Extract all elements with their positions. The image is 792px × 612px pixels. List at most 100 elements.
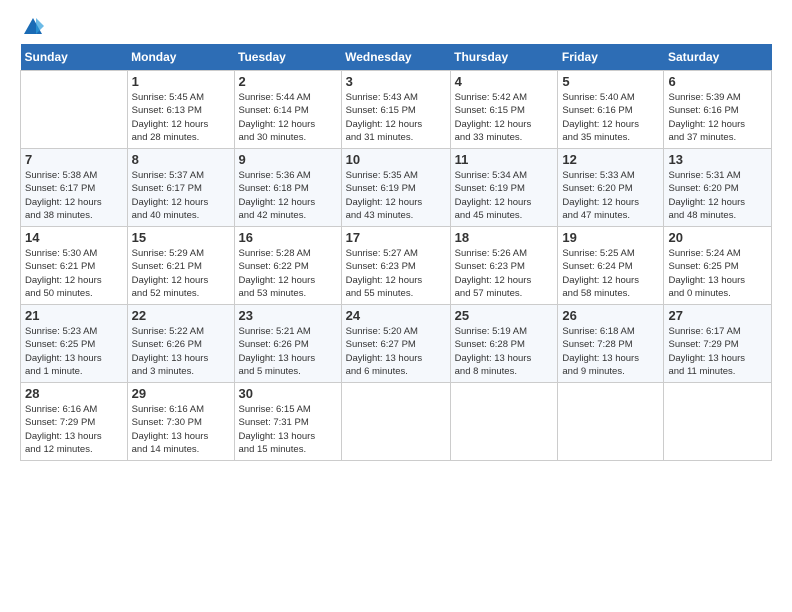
day-number: 18 — [455, 230, 554, 245]
day-cell — [450, 383, 558, 461]
day-info: Sunrise: 5:24 AM Sunset: 6:25 PM Dayligh… — [668, 247, 767, 300]
day-info: Sunrise: 5:22 AM Sunset: 6:26 PM Dayligh… — [132, 325, 230, 378]
day-cell — [664, 383, 772, 461]
day-info: Sunrise: 5:33 AM Sunset: 6:20 PM Dayligh… — [562, 169, 659, 222]
day-number: 20 — [668, 230, 767, 245]
day-cell: 14 Sunrise: 5:30 AM Sunset: 6:21 PM Dayli… — [21, 227, 128, 305]
logo-icon — [22, 16, 44, 38]
week-row-1: 1 Sunrise: 5:45 AM Sunset: 6:13 PM Daylig… — [21, 71, 772, 149]
day-number: 19 — [562, 230, 659, 245]
day-info: Sunrise: 5:19 AM Sunset: 6:28 PM Dayligh… — [455, 325, 554, 378]
day-number: 29 — [132, 386, 230, 401]
day-cell: 29 Sunrise: 6:16 AM Sunset: 7:30 PM Dayli… — [127, 383, 234, 461]
day-cell: 1 Sunrise: 5:45 AM Sunset: 6:13 PM Daylig… — [127, 71, 234, 149]
day-cell: 23 Sunrise: 5:21 AM Sunset: 6:26 PM Dayli… — [234, 305, 341, 383]
day-number: 7 — [25, 152, 123, 167]
day-info: Sunrise: 6:17 AM Sunset: 7:29 PM Dayligh… — [668, 325, 767, 378]
header — [20, 16, 772, 34]
day-cell: 2 Sunrise: 5:44 AM Sunset: 6:14 PM Daylig… — [234, 71, 341, 149]
day-info: Sunrise: 6:16 AM Sunset: 7:29 PM Dayligh… — [25, 403, 123, 456]
day-cell — [21, 71, 128, 149]
day-info: Sunrise: 5:27 AM Sunset: 6:23 PM Dayligh… — [346, 247, 446, 300]
day-info: Sunrise: 5:25 AM Sunset: 6:24 PM Dayligh… — [562, 247, 659, 300]
header-row: SundayMondayTuesdayWednesdayThursdayFrid… — [21, 44, 772, 71]
day-number: 5 — [562, 74, 659, 89]
day-cell: 24 Sunrise: 5:20 AM Sunset: 6:27 PM Dayli… — [341, 305, 450, 383]
day-number: 26 — [562, 308, 659, 323]
day-number: 10 — [346, 152, 446, 167]
day-info: Sunrise: 5:30 AM Sunset: 6:21 PM Dayligh… — [25, 247, 123, 300]
day-cell: 28 Sunrise: 6:16 AM Sunset: 7:29 PM Dayli… — [21, 383, 128, 461]
day-info: Sunrise: 5:28 AM Sunset: 6:22 PM Dayligh… — [239, 247, 337, 300]
day-number: 30 — [239, 386, 337, 401]
day-cell: 11 Sunrise: 5:34 AM Sunset: 6:19 PM Dayli… — [450, 149, 558, 227]
day-number: 8 — [132, 152, 230, 167]
day-number: 12 — [562, 152, 659, 167]
day-number: 24 — [346, 308, 446, 323]
day-info: Sunrise: 5:45 AM Sunset: 6:13 PM Dayligh… — [132, 91, 230, 144]
day-info: Sunrise: 5:38 AM Sunset: 6:17 PM Dayligh… — [25, 169, 123, 222]
day-cell: 4Sunrise: 5:42 AM Sunset: 6:15 PM Daylig… — [450, 71, 558, 149]
column-header-saturday: Saturday — [664, 44, 772, 71]
column-header-friday: Friday — [558, 44, 664, 71]
day-info: Sunrise: 5:29 AM Sunset: 6:21 PM Dayligh… — [132, 247, 230, 300]
day-info: Sunrise: 5:40 AM Sunset: 6:16 PM Dayligh… — [562, 91, 659, 144]
day-cell: 3 Sunrise: 5:43 AM Sunset: 6:15 PM Daylig… — [341, 71, 450, 149]
week-row-5: 28 Sunrise: 6:16 AM Sunset: 7:29 PM Dayli… — [21, 383, 772, 461]
day-info: Sunrise: 5:20 AM Sunset: 6:27 PM Dayligh… — [346, 325, 446, 378]
day-cell: 18 Sunrise: 5:26 AM Sunset: 6:23 PM Dayli… — [450, 227, 558, 305]
day-number: 1 — [132, 74, 230, 89]
day-number: 11 — [455, 152, 554, 167]
day-info: Sunrise: 5:43 AM Sunset: 6:15 PM Dayligh… — [346, 91, 446, 144]
day-info: Sunrise: 5:37 AM Sunset: 6:17 PM Dayligh… — [132, 169, 230, 222]
day-info: Sunrise: 6:15 AM Sunset: 7:31 PM Dayligh… — [239, 403, 337, 456]
day-cell: 7 Sunrise: 5:38 AM Sunset: 6:17 PM Daylig… — [21, 149, 128, 227]
day-number: 23 — [239, 308, 337, 323]
day-number: 14 — [25, 230, 123, 245]
day-info: Sunrise: 6:16 AM Sunset: 7:30 PM Dayligh… — [132, 403, 230, 456]
day-cell: 22 Sunrise: 5:22 AM Sunset: 6:26 PM Dayli… — [127, 305, 234, 383]
week-row-2: 7 Sunrise: 5:38 AM Sunset: 6:17 PM Daylig… — [21, 149, 772, 227]
day-cell: 26Sunrise: 6:18 AM Sunset: 7:28 PM Dayli… — [558, 305, 664, 383]
day-number: 9 — [239, 152, 337, 167]
day-info: Sunrise: 5:39 AM Sunset: 6:16 PM Dayligh… — [668, 91, 767, 144]
day-cell: 19 Sunrise: 5:25 AM Sunset: 6:24 PM Dayli… — [558, 227, 664, 305]
day-info: Sunrise: 5:31 AM Sunset: 6:20 PM Dayligh… — [668, 169, 767, 222]
day-number: 22 — [132, 308, 230, 323]
day-info: Sunrise: 5:35 AM Sunset: 6:19 PM Dayligh… — [346, 169, 446, 222]
day-info: Sunrise: 5:34 AM Sunset: 6:19 PM Dayligh… — [455, 169, 554, 222]
day-cell: 21Sunrise: 5:23 AM Sunset: 6:25 PM Dayli… — [21, 305, 128, 383]
day-number: 15 — [132, 230, 230, 245]
day-cell — [341, 383, 450, 461]
day-number: 21 — [25, 308, 123, 323]
day-cell: 5 Sunrise: 5:40 AM Sunset: 6:16 PM Daylig… — [558, 71, 664, 149]
day-number: 17 — [346, 230, 446, 245]
day-number: 6 — [668, 74, 767, 89]
column-header-thursday: Thursday — [450, 44, 558, 71]
column-header-monday: Monday — [127, 44, 234, 71]
day-number: 3 — [346, 74, 446, 89]
day-number: 28 — [25, 386, 123, 401]
day-cell: 27Sunrise: 6:17 AM Sunset: 7:29 PM Dayli… — [664, 305, 772, 383]
day-cell: 15 Sunrise: 5:29 AM Sunset: 6:21 PM Dayli… — [127, 227, 234, 305]
column-header-wednesday: Wednesday — [341, 44, 450, 71]
day-cell: 12 Sunrise: 5:33 AM Sunset: 6:20 PM Dayli… — [558, 149, 664, 227]
day-cell: 20 Sunrise: 5:24 AM Sunset: 6:25 PM Dayli… — [664, 227, 772, 305]
day-cell: 25Sunrise: 5:19 AM Sunset: 6:28 PM Dayli… — [450, 305, 558, 383]
page-container: SundayMondayTuesdayWednesdayThursdayFrid… — [0, 0, 792, 471]
day-number: 4 — [455, 74, 554, 89]
day-cell: 16 Sunrise: 5:28 AM Sunset: 6:22 PM Dayli… — [234, 227, 341, 305]
day-cell: 17 Sunrise: 5:27 AM Sunset: 6:23 PM Dayli… — [341, 227, 450, 305]
day-info: Sunrise: 5:21 AM Sunset: 6:26 PM Dayligh… — [239, 325, 337, 378]
calendar-table: SundayMondayTuesdayWednesdayThursdayFrid… — [20, 44, 772, 461]
day-cell: 13Sunrise: 5:31 AM Sunset: 6:20 PM Dayli… — [664, 149, 772, 227]
week-row-3: 14 Sunrise: 5:30 AM Sunset: 6:21 PM Dayli… — [21, 227, 772, 305]
day-info: Sunrise: 5:44 AM Sunset: 6:14 PM Dayligh… — [239, 91, 337, 144]
day-info: Sunrise: 5:26 AM Sunset: 6:23 PM Dayligh… — [455, 247, 554, 300]
column-header-tuesday: Tuesday — [234, 44, 341, 71]
day-number: 16 — [239, 230, 337, 245]
week-row-4: 21Sunrise: 5:23 AM Sunset: 6:25 PM Dayli… — [21, 305, 772, 383]
day-number: 2 — [239, 74, 337, 89]
column-header-sunday: Sunday — [21, 44, 128, 71]
day-cell: 30 Sunrise: 6:15 AM Sunset: 7:31 PM Dayli… — [234, 383, 341, 461]
